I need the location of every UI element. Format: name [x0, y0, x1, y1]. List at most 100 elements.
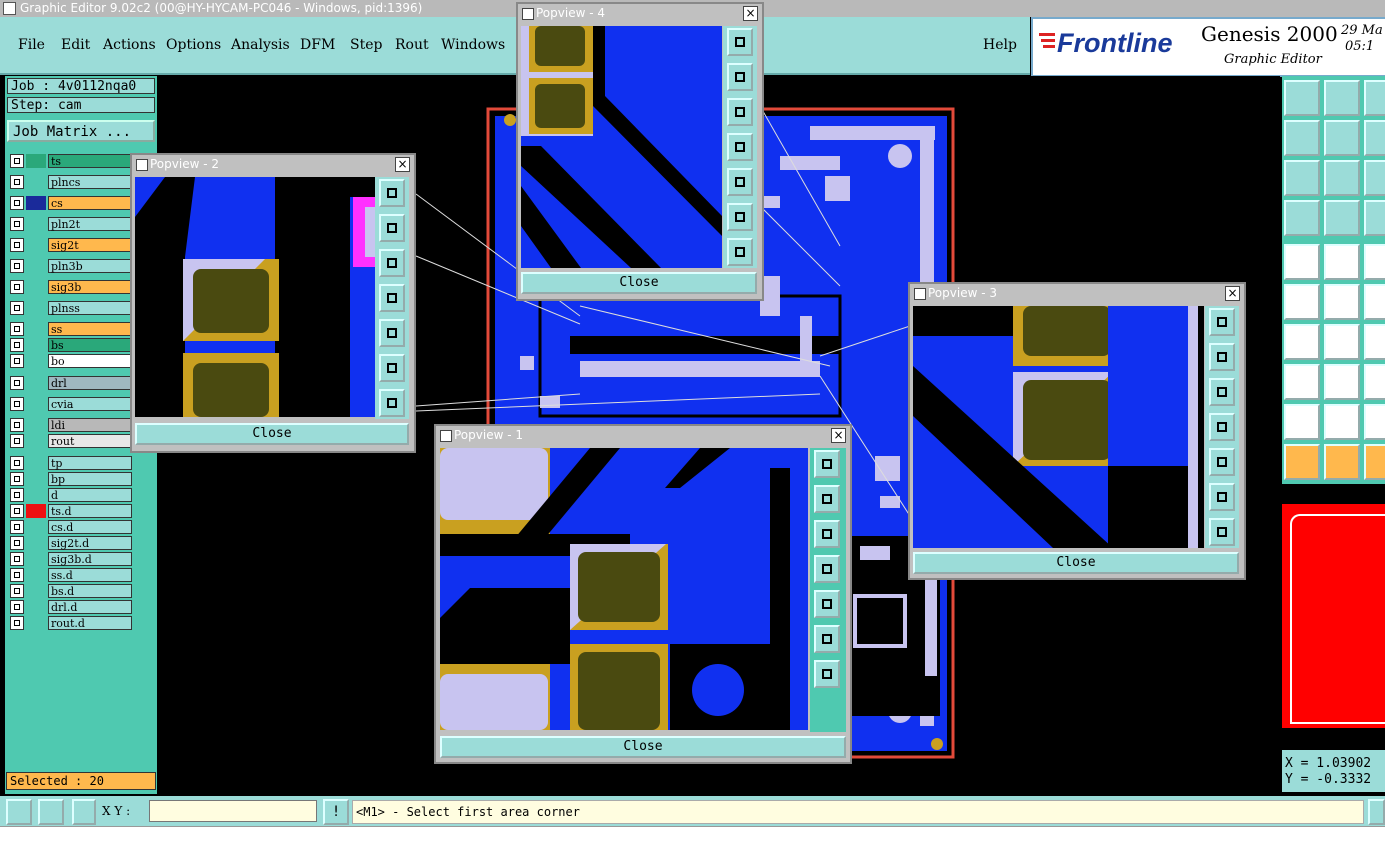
view-right-icon[interactable]	[1284, 120, 1320, 156]
zoom-out-icon[interactable]	[814, 660, 840, 688]
measure-icon[interactable]	[6, 799, 32, 825]
layer-checkbox[interactable]	[10, 568, 24, 582]
layer-row[interactable]: drl.d	[10, 600, 132, 614]
menu-options[interactable]: Options	[166, 37, 221, 53]
view-left-icon[interactable]	[1364, 444, 1385, 480]
layer-row[interactable]: bo	[10, 354, 132, 368]
node-icon[interactable]	[1284, 244, 1320, 280]
grid-icon[interactable]	[72, 799, 96, 825]
cross-icon[interactable]	[1324, 244, 1360, 280]
pan-up-icon[interactable]	[814, 485, 840, 513]
line-blue-icon[interactable]	[1324, 284, 1360, 320]
view-up-icon[interactable]	[1284, 444, 1320, 480]
layer-checkbox[interactable]	[10, 536, 24, 550]
layer-row[interactable]: ldi	[10, 418, 132, 432]
pan-right-icon[interactable]	[1209, 448, 1235, 476]
pan-up-icon[interactable]	[727, 63, 753, 91]
pan-up-icon[interactable]	[379, 214, 405, 242]
menu-dfm[interactable]: DFM	[300, 37, 335, 53]
zoom-in-icon[interactable]	[379, 354, 405, 382]
pan-down-icon[interactable]	[727, 98, 753, 126]
close-icon[interactable]: ×	[831, 428, 846, 443]
close-icon[interactable]: ×	[743, 6, 758, 21]
popview-4-close-button[interactable]: Close	[521, 272, 757, 294]
layer-checkbox[interactable]	[10, 418, 24, 432]
move-icon[interactable]	[1364, 244, 1385, 280]
pan-up-icon[interactable]	[1209, 343, 1235, 371]
layer-row[interactable]: pln3b	[10, 259, 132, 273]
layer-checkbox[interactable]	[10, 217, 24, 231]
net-icon[interactable]	[1284, 200, 1320, 236]
layer-checkbox[interactable]	[10, 552, 24, 566]
pan-left-icon[interactable]	[1209, 413, 1235, 441]
layer-checkbox[interactable]	[10, 338, 24, 352]
pointer-box-icon[interactable]	[1324, 404, 1360, 440]
layer-checkbox[interactable]	[10, 584, 24, 598]
grid-icon[interactable]	[1364, 160, 1385, 196]
layer-row[interactable]: cvia	[10, 397, 132, 411]
zoom-out-icon[interactable]	[1209, 518, 1235, 546]
layer-row[interactable]: sig2t.d	[10, 536, 132, 550]
layer-checkbox[interactable]	[10, 322, 24, 336]
zoom-fit-icon[interactable]	[1209, 308, 1235, 336]
job-matrix-button[interactable]: Job Matrix ...	[7, 120, 155, 142]
center-icon[interactable]	[1364, 120, 1385, 156]
popview-2-close-button[interactable]: Close	[135, 423, 409, 445]
triangle3-icon[interactable]	[1364, 364, 1385, 400]
triangle2-icon[interactable]	[1324, 364, 1360, 400]
triangle-icon[interactable]	[1284, 364, 1320, 400]
layer-row[interactable]: drl	[10, 376, 132, 390]
zoom-in-icon[interactable]	[814, 625, 840, 653]
layer-row[interactable]: ts	[10, 154, 132, 168]
menu-windows[interactable]: Windows	[441, 37, 505, 53]
menu-step[interactable]: Step	[350, 37, 382, 53]
line-red-icon[interactable]	[1284, 284, 1320, 320]
layer-row[interactable]: cs.d	[10, 520, 132, 534]
layer-checkbox[interactable]	[10, 354, 24, 368]
layer-row[interactable]: ss.d	[10, 568, 132, 582]
layer-checkbox[interactable]	[10, 238, 24, 252]
layer-row[interactable]: ss	[10, 322, 132, 336]
layer-checkbox[interactable]	[10, 472, 24, 486]
layer-row[interactable]: sig2t	[10, 238, 132, 252]
snap-icon[interactable]	[1324, 200, 1360, 236]
close-icon[interactable]: ×	[1225, 286, 1240, 301]
zoom-fit-icon[interactable]	[814, 450, 840, 478]
minus-icon[interactable]	[1324, 324, 1360, 360]
angle-icon[interactable]	[38, 799, 64, 825]
view-down-icon[interactable]	[1324, 80, 1360, 116]
menu-actions[interactable]: Actions	[103, 37, 156, 53]
layer-row[interactable]: sig3b	[10, 280, 132, 294]
layer-row[interactable]: ts.d	[10, 504, 132, 518]
zoom-in-icon[interactable]	[727, 203, 753, 231]
layer-checkbox[interactable]	[10, 196, 24, 210]
layer-checkbox[interactable]	[10, 616, 24, 630]
close-icon[interactable]: ×	[395, 157, 410, 172]
layer-checkbox[interactable]	[10, 154, 24, 168]
pan-left-icon[interactable]	[727, 133, 753, 161]
pan-left-icon[interactable]	[814, 555, 840, 583]
popview-3-close-button[interactable]: Close	[913, 552, 1239, 574]
layer-row[interactable]: d	[10, 488, 132, 502]
pointer-icon[interactable]	[1284, 404, 1320, 440]
layer-checkbox[interactable]	[10, 376, 24, 390]
pan-right-icon[interactable]	[814, 590, 840, 618]
align-icon[interactable]	[1364, 324, 1385, 360]
layer-checkbox[interactable]	[10, 175, 24, 189]
menu-file[interactable]: File	[18, 37, 45, 53]
layer-row[interactable]: rout	[10, 434, 132, 448]
popview-3-view[interactable]	[913, 306, 1204, 548]
popview-2-view[interactable]	[135, 177, 375, 417]
pan-down-icon[interactable]	[379, 249, 405, 277]
layer-checkbox[interactable]	[10, 301, 24, 315]
layer-row[interactable]: bs.d	[10, 584, 132, 598]
zoom-fit-icon[interactable]	[379, 179, 405, 207]
layer-row[interactable]: sig3b.d	[10, 552, 132, 566]
menu-help[interactable]: Help	[983, 37, 1017, 53]
layer-checkbox[interactable]	[10, 520, 24, 534]
route-icon[interactable]	[1324, 160, 1360, 196]
pan-right-icon[interactable]	[727, 168, 753, 196]
layer-row[interactable]: rout.d	[10, 616, 132, 630]
zoom-out-icon[interactable]	[379, 389, 405, 417]
layer-checkbox[interactable]	[10, 434, 24, 448]
